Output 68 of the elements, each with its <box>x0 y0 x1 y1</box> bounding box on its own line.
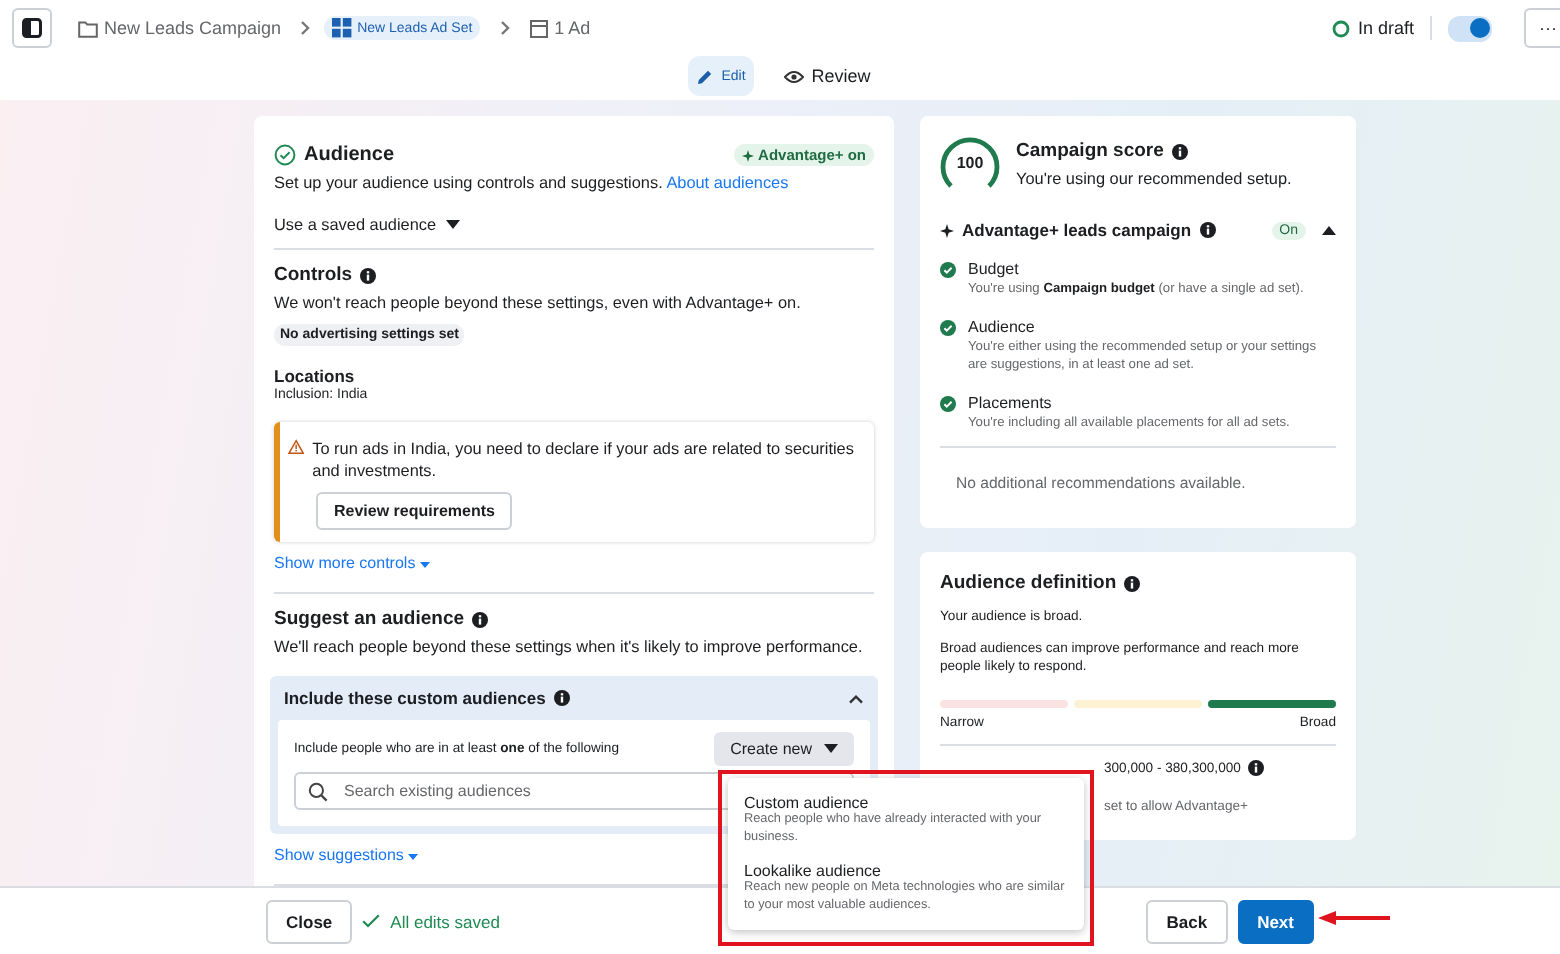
saved-audience-dropdown[interactable]: Use a saved audience <box>274 216 461 234</box>
breadcrumb-item[interactable]: 1 Ad <box>524 12 597 44</box>
chevron-up-icon[interactable] <box>848 693 864 703</box>
saved-status-text: All edits saved <box>390 911 500 931</box>
check-circle-icon <box>274 144 296 166</box>
ad-frame-icon <box>530 19 549 37</box>
sidebar-toggle-button[interactable] <box>12 8 52 48</box>
create-new-button[interactable]: Create new <box>714 732 854 766</box>
status-text: In draft <box>1357 18 1414 38</box>
info-icon <box>1171 143 1188 159</box>
show-more-controls-link[interactable]: Show more controls <box>274 554 430 572</box>
warning-text: To run ads in India, you need to declare if your ads are related to securities and investments. <box>312 438 856 482</box>
info-icon <box>1199 222 1216 238</box>
sparkle-icon <box>742 149 755 161</box>
sparkle-icon <box>940 223 954 237</box>
caret-icon <box>446 220 461 230</box>
info-icon <box>360 267 377 283</box>
recommendation-title: Budget <box>968 260 1021 278</box>
next-button[interactable]: Next <box>1237 899 1314 943</box>
back-button[interactable]: Back <box>1146 899 1228 943</box>
score-subtitle: You're using our recommended setup. <box>1016 170 1292 188</box>
info-icon <box>1248 760 1265 776</box>
info-icon <box>1124 575 1141 591</box>
check-circle-icon <box>940 320 956 336</box>
search-icon <box>308 782 328 802</box>
locations-title: Locations <box>274 366 357 386</box>
info-icon <box>472 611 489 627</box>
review-requirements-button[interactable]: Review requirements <box>316 492 513 530</box>
show-suggestions-link[interactable]: Show suggestions <box>274 846 419 864</box>
caret-icon <box>824 744 838 754</box>
caret-icon <box>408 854 419 860</box>
audience-definition-title: Audience definition <box>940 572 1117 594</box>
pencil-icon <box>695 67 714 85</box>
intro-text: Set up your audience using controls and suggestions. About audiences <box>274 174 791 192</box>
info-icon <box>553 690 570 706</box>
recommendation-title: Placements <box>968 394 1054 412</box>
more-button[interactable]: ··· <box>1524 8 1560 48</box>
section-title: Audience <box>304 144 395 166</box>
mode-tab[interactable]: Review <box>769 56 885 96</box>
sidebar-icon <box>22 18 42 38</box>
menu-item-title: Lookalike audience <box>744 862 883 880</box>
score-gauge <box>940 136 1000 192</box>
recommendation-title: Audience <box>968 318 1037 336</box>
checkmark-icon <box>362 914 381 928</box>
about-audiences-link[interactable]: About audiences <box>666 174 789 192</box>
grid-icon <box>331 18 352 38</box>
warning-icon <box>288 438 305 456</box>
custom-audiences-title: Include these custom audiences <box>284 688 546 708</box>
chevron-right-icon <box>500 20 513 36</box>
eye-icon <box>783 69 804 83</box>
suggest-description: We'll reach people beyond these settings when it's likely to improve performance. <box>274 638 865 656</box>
breadcrumb-item[interactable]: New Leads Campaign <box>72 12 288 44</box>
annotation-arrow <box>1318 910 1390 926</box>
score-title: Campaign score <box>1016 140 1164 162</box>
controls-title: Controls <box>274 264 353 286</box>
draft-status-icon <box>1331 19 1350 37</box>
toggle-switch[interactable] <box>1448 15 1492 41</box>
advantage-section-title: Advantage+ leads campaign <box>962 220 1192 240</box>
caret-icon <box>419 562 430 568</box>
check-circle-icon <box>940 262 956 278</box>
check-circle-icon <box>940 396 956 412</box>
chevron-right-icon <box>299 20 312 36</box>
caret-up-icon[interactable] <box>1322 225 1336 235</box>
folder-icon <box>78 19 98 37</box>
controls-description: We won't reach people beyond these settings, even with Advantage+ on. <box>274 294 803 312</box>
suggest-title: Suggest an audience <box>274 608 465 630</box>
score-value: 100 <box>954 154 986 172</box>
close-button[interactable]: Close <box>266 899 353 943</box>
